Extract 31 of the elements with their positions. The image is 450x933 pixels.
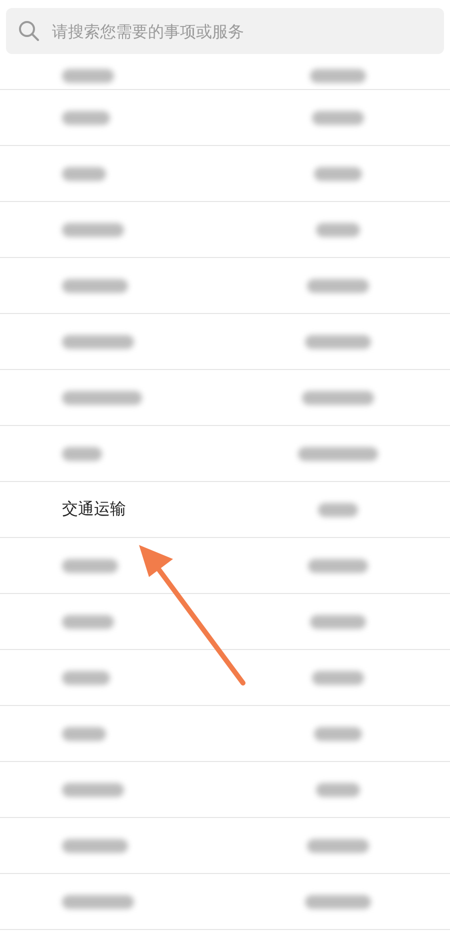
search-field[interactable]: 请搜索您需要的事项或服务: [6, 8, 444, 54]
blurred-text: [312, 110, 364, 124]
blurred-text: [62, 670, 110, 684]
blurred-text: [308, 558, 368, 572]
blurred-text: [312, 670, 364, 684]
blurred-text: [318, 502, 358, 516]
blurred-text: [62, 334, 134, 348]
blurred-text: [306, 278, 368, 292]
blurred-text: [310, 68, 366, 82]
blurred-text: [316, 782, 360, 796]
blurred-text: [62, 614, 114, 628]
blurred-text: [62, 222, 124, 236]
blurred-text: [310, 614, 366, 628]
blurred-text: [62, 446, 102, 460]
blurred-text: [314, 166, 362, 180]
blurred-text: [62, 68, 114, 82]
blurred-text: [304, 334, 370, 348]
blurred-text: [62, 558, 118, 572]
blurred-text: [62, 110, 110, 124]
blurred-text: [302, 390, 374, 404]
blurred-text: [62, 278, 128, 292]
blurred-text: [62, 166, 106, 180]
blurred-text: [62, 726, 106, 740]
blurred-text: [306, 838, 368, 852]
blurred-text: [62, 894, 134, 908]
blurred-text: [304, 894, 370, 908]
blurred-text: [316, 222, 360, 236]
blurred-text: [62, 782, 124, 796]
category-item[interactable]: 交通运输: [62, 499, 126, 520]
blurred-text: [314, 726, 362, 740]
blurred-text: [62, 838, 128, 852]
